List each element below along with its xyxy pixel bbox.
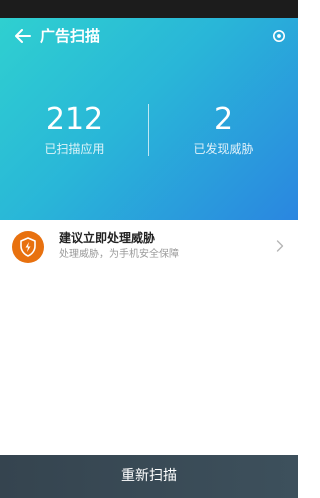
arrow-left-icon (15, 29, 31, 43)
shield-lightning-icon (20, 237, 36, 257)
scanned-apps-label: 已扫描应用 (44, 142, 105, 156)
status-bar (0, 0, 298, 18)
settings-icon (273, 30, 285, 42)
threat-icon-badge (12, 231, 44, 263)
page-title: 广告扫描 (40, 27, 101, 45)
chevron-right-icon (274, 238, 286, 254)
threats-found-label: 已发现威胁 (193, 142, 254, 156)
scanned-apps-stat: 212 已扫描应用 (0, 102, 149, 158)
threat-list-item[interactable]: 建议立即处理威胁 处理威胁，为手机安全保障 (0, 222, 298, 272)
settings-button[interactable] (270, 27, 288, 45)
top-bar: 广告扫描 (0, 18, 298, 54)
threats-found-count: 2 (213, 102, 234, 137)
threats-found-stat: 2 已发现威胁 (149, 102, 298, 158)
threat-item-title: 建议立即处理威胁 (59, 231, 156, 245)
scan-header: 广告扫描 212 已扫描应用 2 已发现威胁 (0, 18, 298, 220)
back-button[interactable] (12, 25, 34, 47)
threat-item-subtitle: 处理威胁，为手机安全保障 (59, 249, 179, 260)
rescan-button[interactable]: 重新扫描 (0, 455, 298, 498)
scanned-apps-count: 212 (45, 102, 104, 137)
